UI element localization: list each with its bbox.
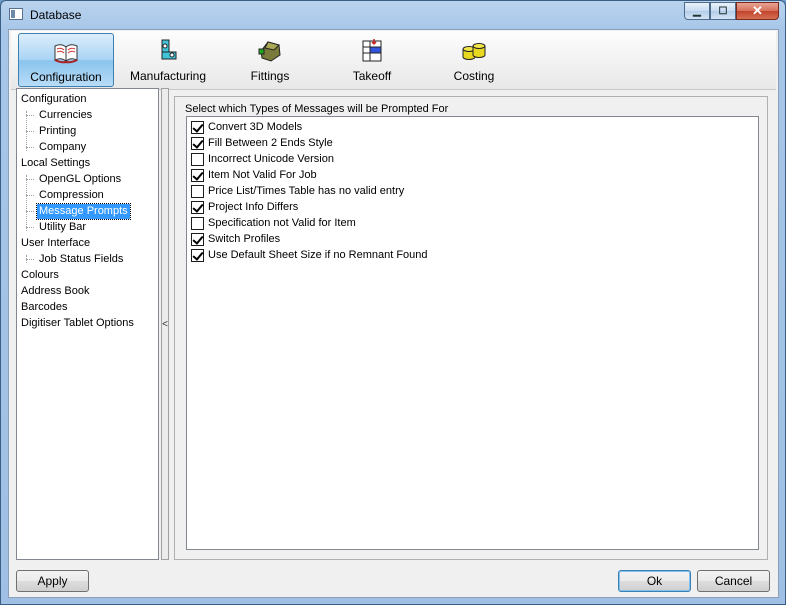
minimize-icon: ▁ <box>693 5 701 17</box>
toolbar-label: Fittings <box>250 69 290 83</box>
tree-connector <box>26 211 34 212</box>
prompt-label: Price List/Times Table has no valid entr… <box>208 185 405 197</box>
toolbar-configuration[interactable]: Configuration <box>18 33 114 87</box>
ok-button[interactable]: Ok <box>618 570 691 592</box>
prompt-row-use-default-sheet-size[interactable]: Use Default Sheet Size if no Remnant Fou… <box>191 247 428 263</box>
caption-buttons: ▁ ☐ ✕ <box>684 2 779 20</box>
book-icon <box>54 44 78 64</box>
maximize-button[interactable]: ☐ <box>710 2 736 20</box>
toolbar-manufacturing[interactable]: Manufacturing <box>120 33 216 87</box>
prompt-checkbox[interactable] <box>191 200 204 214</box>
tree-connector <box>26 195 34 196</box>
prompt-row-incorrect-unicode-version[interactable]: Incorrect Unicode Version <box>191 151 334 167</box>
tree-connector <box>26 147 34 148</box>
prompt-label: Convert 3D Models <box>208 121 303 133</box>
window-title: Database <box>30 8 82 22</box>
tree-connector <box>26 115 34 116</box>
tree-connector <box>26 131 34 132</box>
prompt-label: Item Not Valid For Job <box>208 169 317 181</box>
prompt-checkbox[interactable] <box>191 120 204 134</box>
prompt-row-project-info-differs[interactable]: Project Info Differs <box>191 199 298 215</box>
window-app-icon <box>9 8 23 20</box>
tree-item-opengl-options[interactable]: OpenGL Options <box>37 172 123 187</box>
close-button[interactable]: ✕ <box>736 2 779 20</box>
tree-item-colours[interactable]: Colours <box>19 268 61 283</box>
close-icon: ✕ <box>752 3 763 18</box>
toolbar-label: Costing <box>453 69 495 83</box>
toolbar-costing[interactable]: Costing <box>426 33 522 87</box>
toolbar-label: Takeoff <box>352 69 392 83</box>
prompt-label: Project Info Differs <box>208 201 299 213</box>
tree-item-company[interactable]: Company <box>37 140 88 155</box>
settings-tree[interactable]: Configuration Currencies Printing Compan… <box>16 88 159 560</box>
prompt-checkbox[interactable] <box>191 152 204 166</box>
prompt-label: Specification not Valid for Item <box>208 217 356 229</box>
prompt-label: Incorrect Unicode Version <box>208 153 334 165</box>
prompts-checklist: Convert 3D Models Fill Between 2 Ends St… <box>186 116 759 550</box>
cancel-button[interactable]: Cancel <box>697 570 770 592</box>
tree-item-compression[interactable]: Compression <box>37 188 106 203</box>
prompt-checkbox[interactable] <box>191 136 204 150</box>
tree-item-utility-bar[interactable]: Utility Bar <box>37 220 88 235</box>
category-toolbar: Configuration Manufacturing Fittings Tak… <box>11 31 776 90</box>
prompt-row-fill-between-2-ends-style[interactable]: Fill Between 2 Ends Style <box>191 135 333 151</box>
fittings-icon <box>258 41 281 62</box>
tree-item-user-interface[interactable]: User Interface <box>19 236 92 251</box>
tree-item-barcodes[interactable]: Barcodes <box>19 300 69 315</box>
prompt-checkbox[interactable] <box>191 216 204 230</box>
toolbar-takeoff[interactable]: Takeoff <box>324 33 420 87</box>
prompt-checkbox[interactable] <box>191 184 204 198</box>
pane-splitter[interactable]: < <box>161 88 169 560</box>
tree-item-address-book[interactable]: Address Book <box>19 284 91 299</box>
prompt-row-price-list-no-valid-entry[interactable]: Price List/Times Table has no valid entr… <box>191 183 404 199</box>
prompt-checkbox[interactable] <box>191 232 204 246</box>
prompt-row-switch-profiles[interactable]: Switch Profiles <box>191 231 280 247</box>
tree-item-job-status-fields[interactable]: Job Status Fields <box>37 252 125 267</box>
tree-item-configuration[interactable]: Configuration <box>19 92 88 107</box>
tree-connector <box>26 175 27 231</box>
coins-icon <box>462 43 486 60</box>
prompt-checkbox[interactable] <box>191 168 204 182</box>
toolbar-label: Manufacturing <box>129 69 207 83</box>
takeoff-icon <box>362 39 382 62</box>
tree-item-currencies[interactable]: Currencies <box>37 108 94 123</box>
prompt-checkbox[interactable] <box>191 248 204 262</box>
prompt-label: Use Default Sheet Size if no Remnant Fou… <box>208 249 428 261</box>
dialog-client-area: Configuration Manufacturing Fittings Tak… <box>8 29 779 598</box>
collapse-arrow-icon[interactable]: < <box>162 319 168 330</box>
toolbar-label: Configuration <box>30 70 102 84</box>
prompt-label: Switch Profiles <box>208 233 281 245</box>
manufacturing-icon <box>161 39 177 60</box>
prompt-label: Fill Between 2 Ends Style <box>208 137 333 149</box>
tree-item-local-settings[interactable]: Local Settings <box>19 156 92 171</box>
tree-connector <box>26 227 34 228</box>
tree-item-message-prompts[interactable]: Message Prompts <box>36 203 131 220</box>
prompt-row-specification-not-valid[interactable]: Specification not Valid for Item <box>191 215 356 231</box>
prompt-row-item-not-valid-for-job[interactable]: Item Not Valid For Job <box>191 167 317 183</box>
tree-item-digitiser-tablet-options[interactable]: Digitiser Tablet Options <box>19 316 136 331</box>
prompt-row-convert-3d-models[interactable]: Convert 3D Models <box>191 119 302 135</box>
tree-connector <box>26 259 34 260</box>
maximize-icon: ☐ <box>718 5 728 17</box>
toolbar-fittings[interactable]: Fittings <box>222 33 318 87</box>
database-window: Database ▁ ☐ ✕ Configuration Manufacturi… <box>0 0 786 605</box>
tree-connector <box>26 179 34 180</box>
prompts-group-title: Select which Types of Messages will be P… <box>185 103 449 115</box>
apply-button[interactable]: Apply <box>16 570 89 592</box>
title-bar[interactable]: Database ▁ ☐ ✕ <box>1 1 785 29</box>
minimize-button[interactable]: ▁ <box>684 2 710 20</box>
tree-item-printing[interactable]: Printing <box>37 124 78 139</box>
